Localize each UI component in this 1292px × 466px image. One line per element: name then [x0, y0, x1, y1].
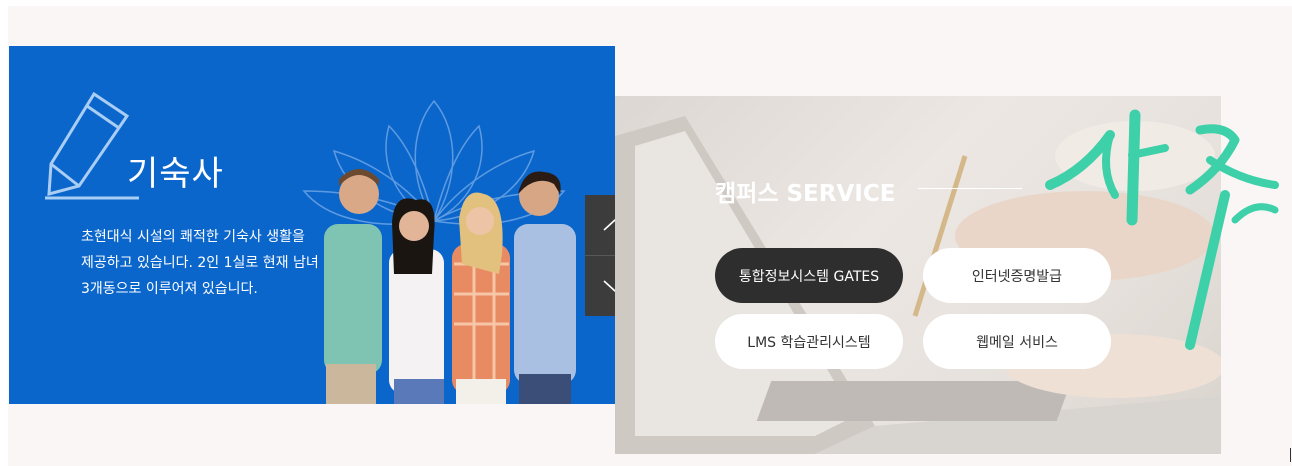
student-figure [389, 198, 444, 404]
gates-system-button[interactable]: 통합정보시스템 GATES [715, 248, 903, 303]
pencil-icon [45, 91, 139, 200]
description-line: 3개동으로 이루어져 있습니다. [81, 281, 258, 297]
dormitory-banner[interactable]: 기숙사 초현대식 시설의 쾌적한 기숙사 생활을 제공하고 있습니다. 2인 1… [9, 46, 615, 404]
student-figure [324, 169, 382, 404]
title-divider [918, 188, 1022, 189]
description-line: 제공하고 있습니다. 2인 1실로 현재 남녀 [81, 255, 319, 271]
text-cursor [1290, 448, 1291, 462]
dormitory-description: 초현대식 시설의 쾌적한 기숙사 생활을 제공하고 있습니다. 2인 1실로 현… [81, 224, 321, 302]
brush-calligraphy-decoration [1045, 109, 1279, 350]
campus-service-title: 캠퍼스 SERVICE [715, 181, 896, 207]
dormitory-title: 기숙사 [127, 154, 224, 194]
student-figure [452, 192, 510, 404]
student-figure [514, 171, 576, 404]
description-line: 초현대식 시설의 쾌적한 기숙사 생활을 [81, 229, 305, 245]
students-photo [324, 169, 576, 404]
lms-system-button[interactable]: LMS 학습관리시스템 [715, 314, 903, 369]
